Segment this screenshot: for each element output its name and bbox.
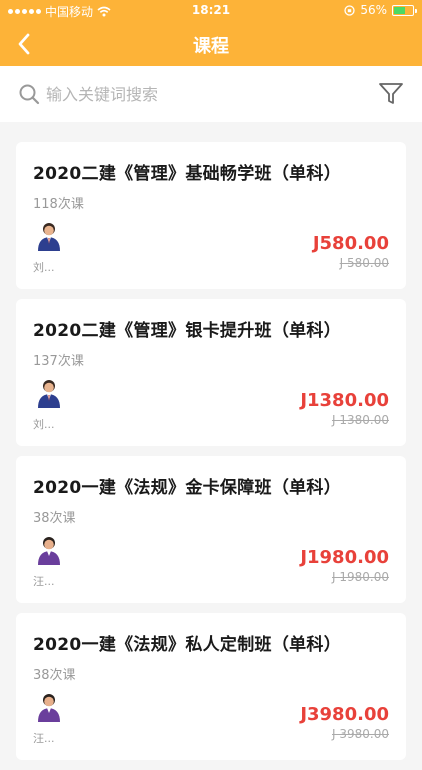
teacher-avatar	[38, 537, 60, 565]
course-list: 2020二建《管理》基础畅学班（单科） 118次课 刘... J580.00 J…	[16, 142, 406, 770]
status-right: 56%	[344, 3, 417, 17]
original-price: J 580.00	[339, 256, 389, 270]
teacher-avatar	[38, 694, 60, 722]
teacher-name: 汪...	[33, 732, 55, 745]
course-title: 2020一建《法规》金卡保障班（单科）	[33, 478, 342, 498]
teacher-avatar	[38, 380, 60, 408]
course-price: J580.00	[312, 233, 389, 254]
teacher-avatar	[38, 223, 60, 251]
original-price: J 3980.00	[332, 727, 389, 741]
lesson-count: 118次课	[33, 197, 84, 212]
course-title: 2020二建《管理》基础畅学班（单科）	[33, 164, 342, 184]
battery-percent: 56%	[360, 3, 387, 17]
course-card[interactable]: 2020一建《法规》金卡保障班（单科） 38次课 汪... J1980.00 J…	[16, 456, 406, 603]
course-title: 2020二建《管理》银卡提升班（单科）	[33, 321, 342, 341]
top-bar: 中国移动 18:21 56% 课程	[0, 0, 422, 66]
teacher-name: 汪...	[33, 575, 55, 588]
course-price: J1980.00	[300, 547, 389, 568]
lesson-count: 38次课	[33, 668, 76, 683]
status-bar: 中国移动 18:21 56%	[0, 0, 422, 22]
nav-bar: 课程	[0, 22, 422, 66]
course-price: J3980.00	[300, 704, 389, 725]
teacher-name: 刘...	[33, 261, 55, 274]
filter-icon[interactable]	[378, 82, 404, 106]
page-title: 课程	[193, 36, 229, 57]
battery-icon	[392, 4, 417, 16]
course-card[interactable]: 2020一建《法规》私人定制班（单科） 38次课 汪... J3980.00 J…	[16, 613, 406, 760]
orientation-lock-icon	[344, 4, 355, 16]
original-price: J 1980.00	[332, 570, 389, 584]
course-price: J1380.00	[300, 390, 389, 411]
original-price: J 1380.00	[332, 413, 389, 427]
search-input[interactable]	[46, 80, 346, 108]
search-bar	[0, 66, 422, 122]
search-icon	[19, 84, 40, 105]
lesson-count: 38次课	[33, 511, 76, 526]
course-card[interactable]: 2020二建《管理》银卡提升班（单科） 137次课 刘... J1380.00 …	[16, 299, 406, 446]
course-title: 2020一建《法规》私人定制班（单科）	[33, 635, 342, 655]
lesson-count: 137次课	[33, 354, 84, 369]
teacher-name: 刘...	[33, 418, 55, 431]
course-card[interactable]: 2020二建《管理》基础畅学班（单科） 118次课 刘... J580.00 J…	[16, 142, 406, 289]
